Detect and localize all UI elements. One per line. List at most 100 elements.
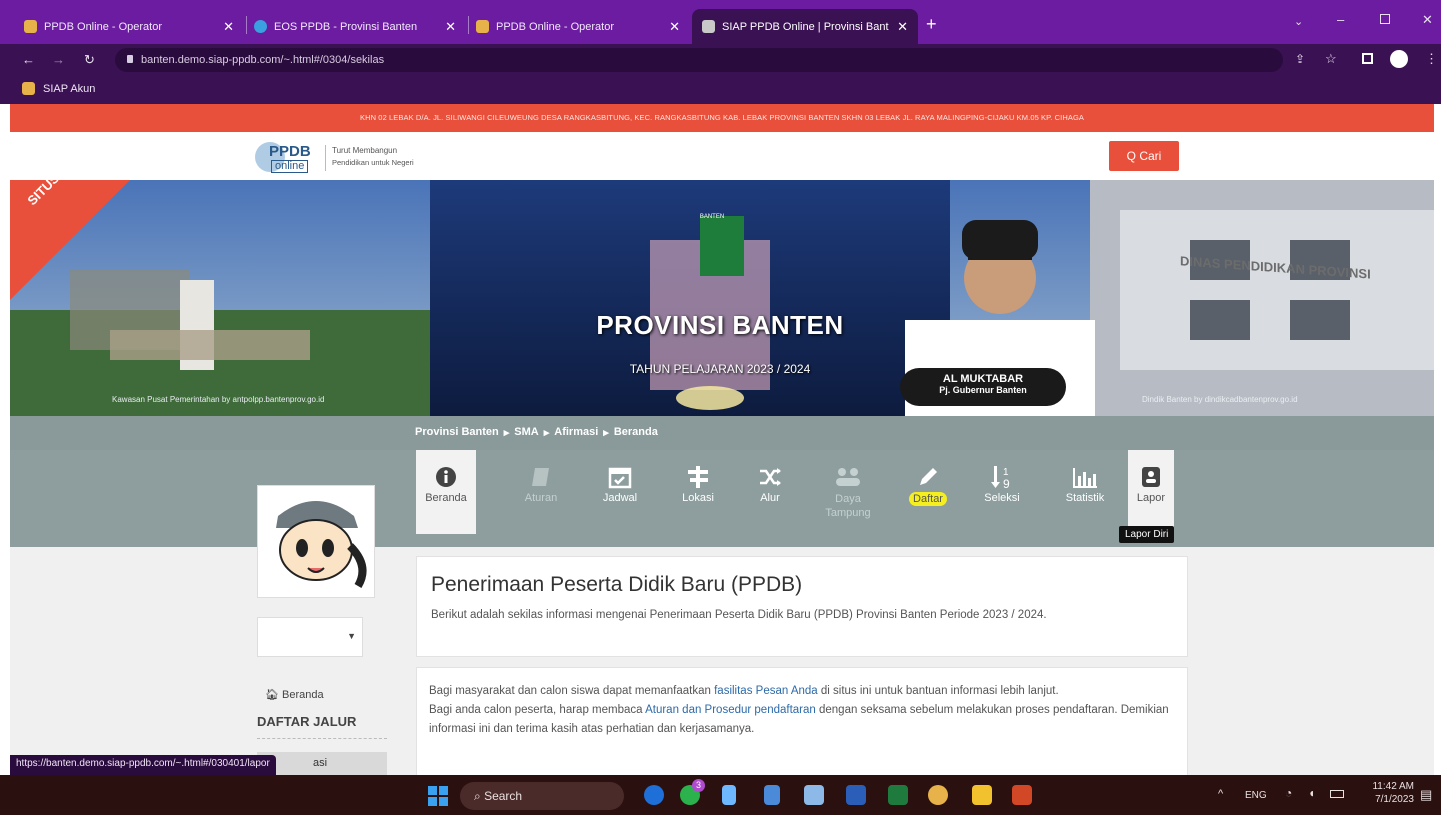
menu-daftar-label: Daftar bbox=[909, 492, 947, 506]
minimize-icon[interactable]: – bbox=[1337, 12, 1344, 27]
pesan-anda-link[interactable]: fasilitas Pesan Anda bbox=[714, 685, 818, 697]
tooltip: Lapor Diri bbox=[1119, 526, 1175, 543]
close-tab-icon[interactable]: ✕ bbox=[223, 19, 234, 35]
info-panel: Bagi masyarakat dan calon siswa dapat me… bbox=[416, 667, 1188, 775]
photo-credit-left: Kawasan Pusat Pemerintahan by antpolpp.b… bbox=[112, 395, 325, 404]
back-icon[interactable]: ← bbox=[22, 52, 35, 67]
close-tab-icon[interactable]: ✕ bbox=[669, 19, 680, 35]
mascot-illustration bbox=[276, 501, 367, 589]
word-icon[interactable] bbox=[846, 785, 866, 805]
jalur-select[interactable]: ▼ bbox=[257, 617, 363, 657]
forward-icon[interactable]: → bbox=[52, 52, 65, 67]
reload-icon[interactable]: ↻ bbox=[84, 52, 95, 68]
browser-tab[interactable]: EOS PPDB - Provinsi Banten ✕ bbox=[244, 9, 466, 44]
share-icon[interactable]: ⇪ bbox=[1295, 52, 1305, 66]
menu-lokasi[interactable]: Lokasi bbox=[668, 450, 728, 534]
info-text: Bagi masyarakat dan calon siswa dapat me… bbox=[429, 685, 1169, 735]
menu-daftar[interactable]: Daftar bbox=[898, 450, 958, 534]
notifications-icon[interactable]: ▤ bbox=[1420, 787, 1432, 803]
menu-statistik[interactable]: Statistik bbox=[1055, 450, 1115, 534]
site-header bbox=[10, 132, 1434, 180]
breadcrumb-afirmasi[interactable]: Afirmasi bbox=[554, 426, 598, 439]
wifi-icon[interactable]: ◔ bbox=[1285, 786, 1292, 800]
ppdb-logo[interactable]: PPDB online bbox=[255, 140, 321, 174]
intro-text: Berikut adalah sekilas informasi mengena… bbox=[431, 609, 1047, 621]
banner-title: PROVINSI BANTEN bbox=[596, 310, 844, 340]
menu-beranda[interactable]: Beranda bbox=[416, 450, 476, 534]
info-icon bbox=[416, 462, 476, 492]
bookmark-siap-akun[interactable]: SIAP Akun bbox=[43, 83, 95, 95]
browser-tab[interactable]: PPDB Online - Operator ✕ bbox=[466, 9, 690, 44]
excel-icon[interactable] bbox=[888, 785, 908, 805]
battery-icon[interactable] bbox=[1330, 790, 1344, 798]
aturan-prosedur-link[interactable]: Aturan dan Prosedur pendaftaran bbox=[645, 704, 816, 716]
breadcrumb-provinsi[interactable]: Provinsi Banten bbox=[415, 426, 499, 439]
photo-credit-right: Dindik Banten by dindikcadbantenprov.go.… bbox=[1142, 395, 1298, 404]
menu-alur[interactable]: Alur bbox=[740, 450, 800, 534]
sidepanel-icon[interactable] bbox=[1362, 53, 1373, 64]
new-tab-icon[interactable]: + bbox=[926, 14, 937, 35]
address-ticker: KHN 02 LEBAK D/A. JL. SILIWANGI CILEUWEU… bbox=[10, 104, 1434, 132]
menu-seleksi[interactable]: 1 9 Seleksi bbox=[972, 450, 1032, 534]
logo-tagline-2: Pendidikan untuk Negeri bbox=[332, 158, 414, 167]
windows-taskbar bbox=[0, 775, 1441, 815]
powerpoint-icon[interactable] bbox=[1012, 785, 1032, 805]
banten-seal-text: BANTEN bbox=[699, 214, 725, 220]
breadcrumb: Provinsi Banten ▸ SMA ▸ Afirmasi ▸ Beranda bbox=[415, 426, 658, 439]
windows-start-icon[interactable] bbox=[428, 786, 448, 806]
intro-title: Penerimaan Peserta Didik Baru (PPDB) bbox=[431, 573, 803, 596]
users-icon bbox=[818, 462, 878, 492]
breadcrumb-beranda: Beranda bbox=[613, 426, 658, 438]
maximize-icon[interactable] bbox=[1380, 14, 1390, 24]
file-explorer-icon[interactable] bbox=[972, 785, 992, 805]
logo-divider bbox=[325, 145, 326, 171]
breadcrumb-sma[interactable]: SMA bbox=[514, 426, 538, 439]
bookmark-star-icon[interactable]: ☆ bbox=[1325, 51, 1337, 67]
breadcrumb-separator-icon: ▸ bbox=[503, 427, 510, 439]
close-tab-icon[interactable]: ✕ bbox=[445, 19, 456, 35]
app-icon[interactable] bbox=[722, 785, 736, 805]
search-icon: ⌕ bbox=[474, 789, 485, 803]
sidebar-item-afirmasi[interactable]: asi bbox=[257, 752, 387, 775]
bookmark-favicon-icon bbox=[22, 82, 35, 95]
language-indicator[interactable]: ENG bbox=[1245, 790, 1267, 801]
browser-tab[interactable]: PPDB Online - Operator ✕ bbox=[14, 9, 244, 44]
intro-panel: Penerimaan Peserta Didik Baru (PPDB) Ber… bbox=[416, 556, 1188, 657]
close-tab-icon[interactable]: ✕ bbox=[897, 19, 908, 35]
edge-icon[interactable] bbox=[644, 785, 664, 805]
tab-search-icon[interactable]: ⌄ bbox=[1294, 15, 1303, 28]
bar-chart-icon bbox=[1055, 462, 1115, 492]
taskbar-search[interactable]: ⌕ Search bbox=[460, 782, 624, 810]
profile-avatar[interactable] bbox=[1390, 50, 1408, 68]
notepad-icon[interactable] bbox=[764, 785, 780, 805]
menu-aturan[interactable]: Aturan bbox=[511, 450, 571, 534]
browser-tab-active[interactable]: SIAP PPDB Online | Provinsi Bant ✕ bbox=[692, 9, 918, 44]
menu-daya-tampung[interactable]: Daya Tampung bbox=[818, 450, 878, 534]
status-url-preview: https://banten.demo.siap-ppdb.com/~.html… bbox=[10, 755, 276, 775]
search-button[interactable]: Q Cari bbox=[1109, 141, 1179, 171]
favicon-icon bbox=[254, 20, 267, 33]
chrome-icon[interactable] bbox=[928, 785, 948, 805]
lock-icon bbox=[127, 55, 133, 63]
signpost-icon bbox=[668, 462, 728, 492]
menu-jadwal[interactable]: Jadwal bbox=[590, 450, 650, 534]
whatsapp-icon[interactable]: 3 bbox=[680, 779, 705, 805]
breadcrumb-separator-icon: ▸ bbox=[543, 427, 550, 439]
tray-chevron-icon[interactable]: ^ bbox=[1218, 788, 1223, 800]
clock[interactable]: 11:42 AM 7/1/2023 bbox=[1358, 780, 1414, 806]
notification-badge: 3 bbox=[692, 779, 705, 792]
address-bar[interactable]: banten.demo.siap-ppdb.com/~.html#/0304/s… bbox=[115, 48, 1283, 72]
pencil-icon bbox=[898, 462, 958, 492]
svg-text:9: 9 bbox=[1003, 477, 1010, 490]
sidebar-home[interactable]: 🏠︎ Beranda bbox=[265, 688, 324, 701]
book-icon bbox=[511, 462, 571, 492]
menu-kebab-icon[interactable]: ⋮ bbox=[1425, 51, 1438, 67]
sidebar-divider bbox=[257, 738, 387, 739]
volume-icon[interactable]: ◖ bbox=[1308, 786, 1315, 800]
close-window-icon[interactable]: ✕ bbox=[1422, 12, 1433, 28]
menu-lapor[interactable]: Lapor bbox=[1128, 450, 1174, 534]
home-icon: 🏠︎ bbox=[265, 689, 283, 701]
calendar-icon bbox=[590, 462, 650, 492]
banner-subtitle: TAHUN PELAJARAN 2023 / 2024 bbox=[629, 362, 811, 376]
app-icon[interactable] bbox=[804, 785, 824, 805]
